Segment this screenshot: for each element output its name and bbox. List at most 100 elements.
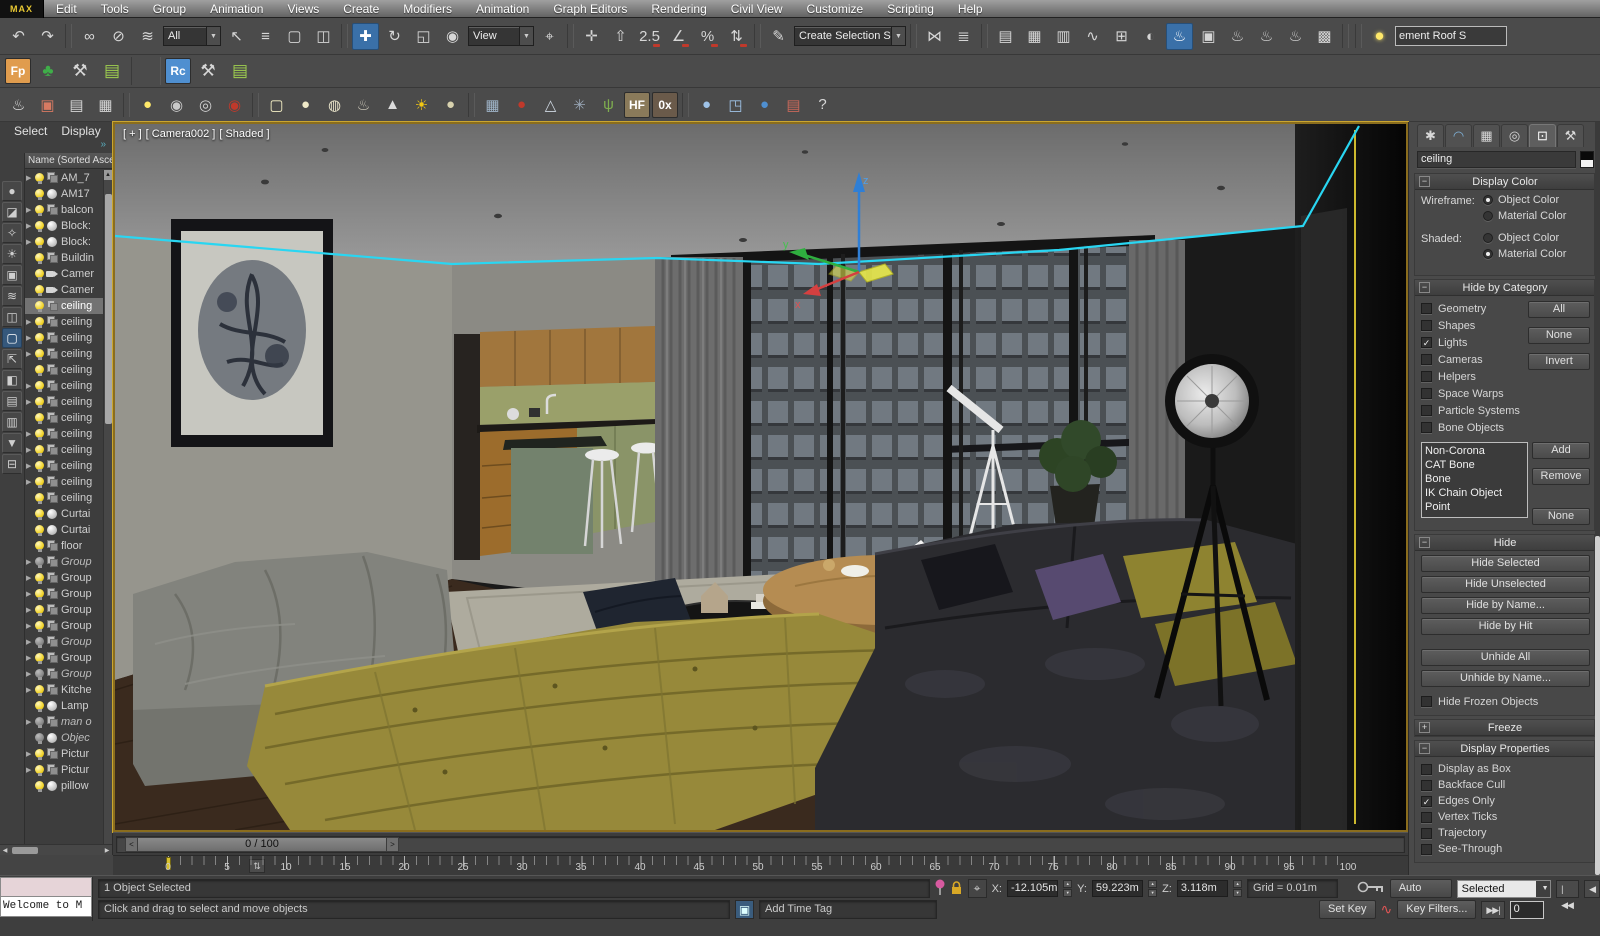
checkbox-icon[interactable]: ✓ <box>1421 811 1432 823</box>
menu-item[interactable]: Edit <box>44 2 89 16</box>
explorer-row[interactable]: ▶ Lamp <box>25 698 103 714</box>
forest-trees-icon[interactable]: ♣ <box>33 57 63 85</box>
expand-arrow-icon[interactable]: ▶ <box>26 174 34 182</box>
ornatrix-icon[interactable]: 0x <box>652 91 678 118</box>
new-key-curve-icon[interactable]: ∿ <box>1381 901 1393 918</box>
hide-action-button[interactable]: Hide Unselected <box>1421 576 1590 593</box>
expand-arrow-icon[interactable]: ▶ <box>26 558 34 566</box>
use-pivot-center-icon[interactable]: ⌖ ▼ <box>536 23 563 50</box>
visibility-bulb-icon[interactable] <box>34 764 45 777</box>
vray-override-icon[interactable]: ● <box>751 91 778 118</box>
expand-arrow-icon[interactable]: ▶ <box>26 638 34 646</box>
visibility-bulb-icon[interactable] <box>34 604 45 617</box>
visibility-bulb-icon[interactable] <box>34 236 45 249</box>
visibility-bulb-icon[interactable] <box>34 364 45 377</box>
expand-arrow-icon[interactable]: ▶ <box>26 350 34 358</box>
visibility-bulb-icon[interactable] <box>34 732 45 745</box>
explorer-row[interactable]: ▶ pillow <box>25 778 103 794</box>
material-editor-icon[interactable]: ◐ ▼ <box>1137 23 1164 50</box>
explorer-row[interactable]: ▶ Pictur <box>25 746 103 762</box>
radio-option[interactable]: Object Color <box>1483 232 1566 244</box>
render-in-cloud-icon[interactable]: ♨ ▼ <box>1282 23 1309 50</box>
display-property-row[interactable]: ✓ Trajectory <box>1421 825 1590 841</box>
menu-item[interactable]: Animation <box>464 2 541 16</box>
tab-modify[interactable]: ◠ <box>1445 124 1472 147</box>
tab-utilities[interactable]: ⚒ <box>1557 124 1584 147</box>
previous-frame-button[interactable]: < <box>125 836 138 852</box>
category-button[interactable]: Invert <box>1528 353 1590 370</box>
visibility-bulb-icon[interactable] <box>34 636 45 649</box>
named-toolbar-field[interactable]: ▼ ement Roof S <box>1395 23 1507 50</box>
keyboard-override-icon[interactable]: ⇧ ▼ <box>607 23 634 50</box>
explorer-row[interactable]: ▶ Curtai <box>25 522 103 538</box>
hide-action-button[interactable]: Unhide by Name... <box>1421 670 1590 687</box>
scroll-left-icon[interactable]: ◀ <box>0 847 10 854</box>
vray-ambient-light-icon[interactable]: ● <box>437 91 464 118</box>
radio-icon[interactable] <box>1483 211 1493 221</box>
visibility-bulb-icon[interactable] <box>34 476 45 489</box>
x-spinner[interactable]: ▲ ▼ <box>1063 880 1073 897</box>
go-to-end-button[interactable]: ▶▶| <box>1481 900 1505 919</box>
render-setup-icon[interactable]: ♨ ▼ <box>1166 22 1193 50</box>
explorer-row[interactable]: ▶ ceiling <box>25 490 103 506</box>
x-coordinate-field[interactable]: -12.105m <box>1006 880 1059 897</box>
vray-metaball-icon[interactable]: ✳ <box>566 91 593 118</box>
next-frame-button[interactable]: > <box>386 836 399 852</box>
separator[interactable] <box>682 92 689 117</box>
display-shapes-icon[interactable]: ✧ <box>2 223 22 243</box>
vray-render-teapot-icon[interactable]: ♨ <box>5 91 32 118</box>
visibility-bulb-icon[interactable] <box>34 348 45 361</box>
menu-item[interactable]: Views <box>275 2 331 16</box>
category-checkbox-row[interactable]: ✓ Shapes <box>1421 317 1528 334</box>
vray-help-icon[interactable]: ? <box>809 91 836 118</box>
visibility-bulb-icon[interactable] <box>34 220 45 233</box>
time-slider-track[interactable]: < 0 / 100 > <box>116 835 1405 853</box>
separator[interactable]: ▼ <box>754 24 761 48</box>
chevron-down-icon[interactable]: ▼ <box>1536 880 1551 897</box>
explorer-menu-display[interactable]: Display <box>61 124 100 140</box>
hide-frozen-checkbox-row[interactable]: Hide Frozen Objects <box>1421 693 1590 710</box>
visibility-bulb-icon[interactable] <box>34 268 45 281</box>
visibility-bulb-icon[interactable] <box>34 508 45 521</box>
explorer-row[interactable]: ▶ Kitche <box>25 682 103 698</box>
vray-light-sphere-icon[interactable]: ● <box>292 91 319 118</box>
explorer-row[interactable]: ▶ Group <box>25 586 103 602</box>
object-name-field[interactable]: ceiling <box>1417 151 1576 168</box>
explorer-menu-select[interactable]: Select <box>14 124 47 140</box>
y-coordinate-field[interactable]: 59.223m <box>1091 880 1144 897</box>
set-key-button[interactable]: Set Key <box>1319 900 1376 919</box>
display-influences-icon[interactable]: ● <box>2 181 22 201</box>
vray-light-mesh-icon[interactable]: ♨ <box>350 91 377 118</box>
plugin-category-item[interactable]: CAT Bone <box>1425 458 1524 472</box>
checkbox-icon[interactable]: ✓ <box>1421 354 1432 365</box>
explorer-row[interactable]: ▶ ceiling <box>25 314 103 330</box>
vray-clipper-icon[interactable]: ◳ <box>722 91 749 118</box>
render-production-icon[interactable]: ♨ ▼ <box>1224 23 1251 50</box>
bind-to-space-warp-icon[interactable]: ≋ ▼ <box>134 23 161 50</box>
scene-explorer-toggle-icon[interactable]: ▤ ▼ <box>992 23 1019 50</box>
explorer-overflow-chevrons[interactable]: » <box>0 140 112 153</box>
checkbox-icon[interactable]: ✓ <box>1421 337 1432 348</box>
separator[interactable]: ▼ <box>1355 24 1362 48</box>
menu-item[interactable]: Modifiers <box>391 2 464 16</box>
plugin-category-item[interactable]: Point <box>1425 500 1524 514</box>
expand-arrow-icon[interactable]: ▶ <box>26 670 34 678</box>
explorer-row[interactable]: ▶ Group <box>25 570 103 586</box>
explorer-row[interactable]: ▶ Camer <box>25 266 103 282</box>
category-button[interactable]: All <box>1528 301 1590 318</box>
scrollbar-thumb[interactable] <box>105 194 112 424</box>
key-filters-button[interactable]: Key Filters... <box>1397 900 1477 919</box>
add-category-button[interactable]: Add <box>1532 442 1590 459</box>
explorer-row[interactable]: ▶ floor <box>25 538 103 554</box>
filter-icon[interactable]: ▼ <box>2 433 22 453</box>
forest-tools-wrench-icon[interactable]: ⚒ <box>65 57 95 85</box>
expand-arrow-icon[interactable]: ▶ <box>26 462 34 470</box>
vray-node-editor-icon[interactable]: ▦ <box>92 91 119 118</box>
explorer-row[interactable]: ▶ Group <box>25 666 103 682</box>
selection-set-dropdown[interactable]: Create Selection Se ▼ <box>794 23 906 50</box>
display-groups-icon[interactable]: ▢ <box>2 328 22 348</box>
curve-editor-icon[interactable]: ∿ ▼ <box>1079 23 1106 50</box>
vray-light-lister-icon[interactable]: ● <box>134 91 161 118</box>
radio-option[interactable]: Material Color <box>1483 248 1566 260</box>
visibility-bulb-icon[interactable] <box>34 684 45 697</box>
